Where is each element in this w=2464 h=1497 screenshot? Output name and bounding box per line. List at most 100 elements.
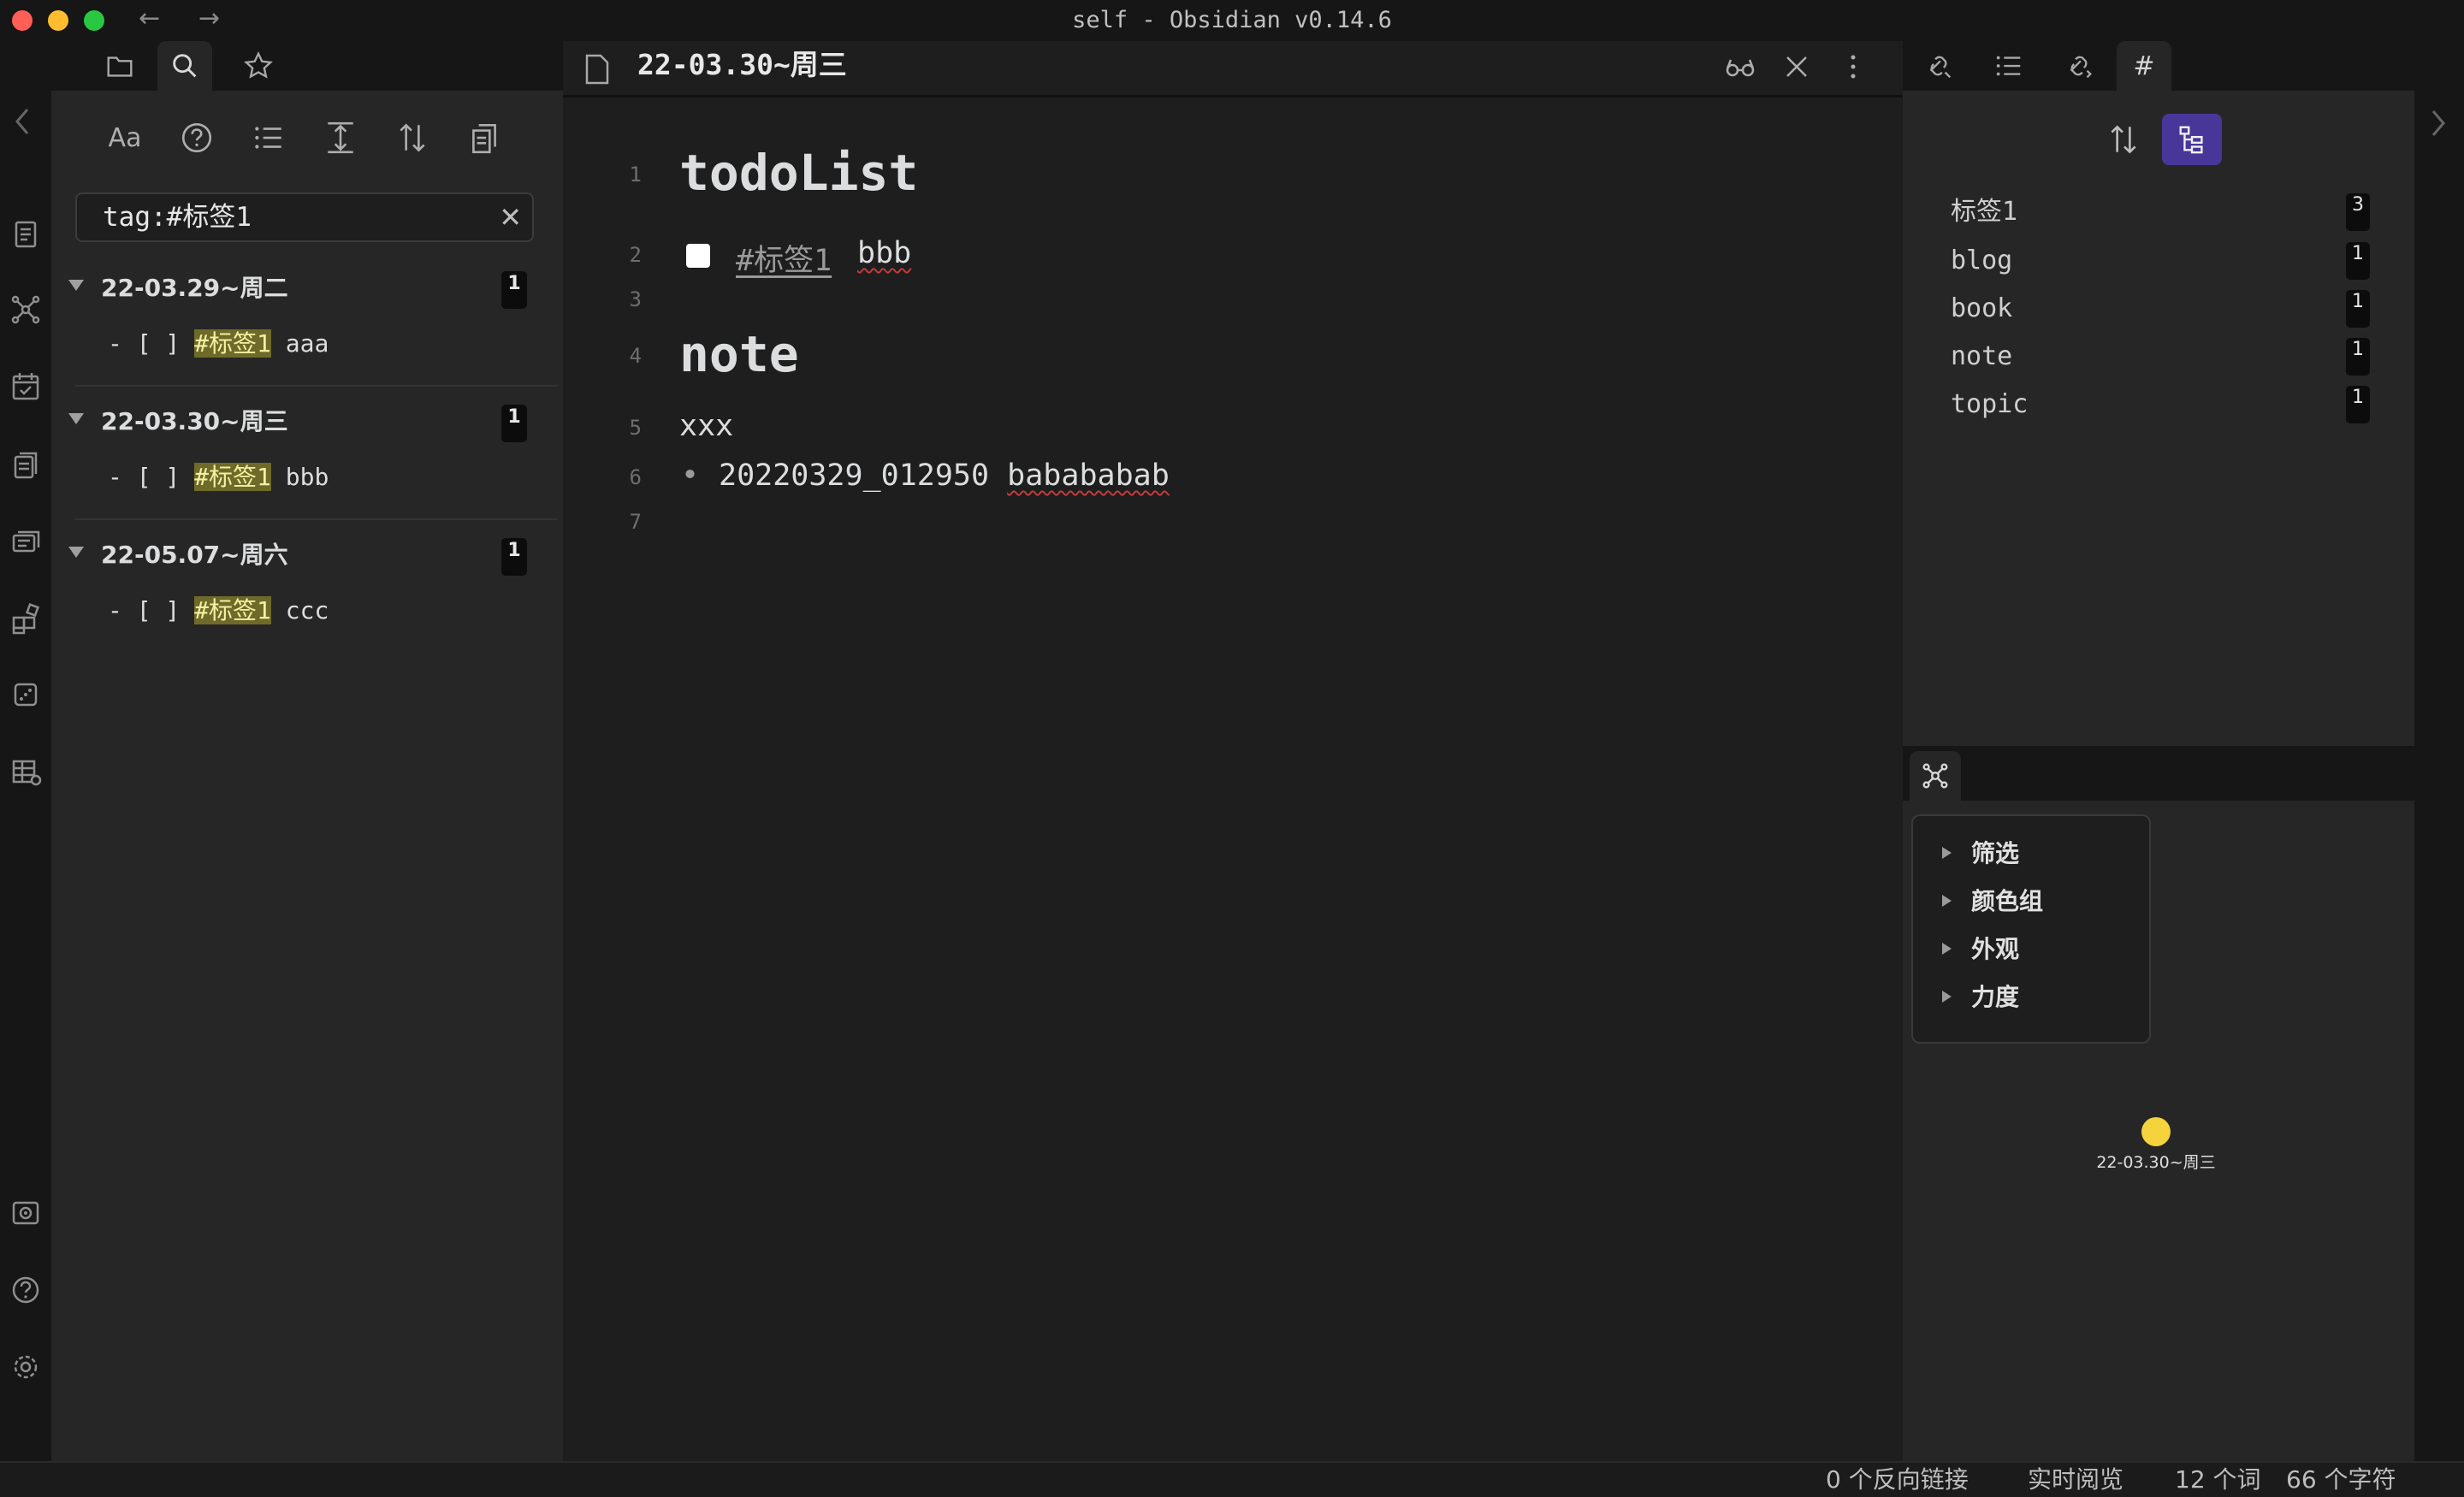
setting-label[interactable]: 外观 [1971,932,2019,967]
collapse-caret-icon[interactable] [68,413,84,424]
match-highlight: #标签1 [194,463,271,491]
divider [75,518,558,520]
tag-icon[interactable]: # [2117,41,2171,91]
result-file-title[interactable]: 22-03.29~周二 [101,271,288,305]
search-result-match[interactable]: - [ ] #标签1 bbb [108,460,329,494]
word-count: 12 个词 [2175,1465,2261,1494]
list-item-id: 20220329_012950 [719,459,1008,493]
list-icon[interactable] [246,115,291,160]
clear-search-icon[interactable]: ✕ [499,194,522,240]
line-number: 7 [629,510,642,534]
folder-icon[interactable] [92,41,147,91]
collapse-caret-icon[interactable] [68,280,84,291]
outgoing-links-icon[interactable] [2052,41,2106,91]
search-query[interactable]: tag:#标签1 [103,194,252,240]
tag-item[interactable]: book 1 [1951,290,2370,328]
table-icon[interactable] [5,751,46,792]
backlinks-icon[interactable] [1911,41,1966,91]
graph-view-icon[interactable] [1910,751,1961,801]
close-icon[interactable] [1780,50,1814,84]
help-icon[interactable] [175,115,219,160]
collapse-right-icon[interactable] [2428,106,2449,140]
kanban-icon[interactable] [5,599,46,640]
tag-count-badge: 1 [2346,386,2370,423]
graph-view-icon[interactable] [5,289,46,330]
match-highlight: #标签1 [194,596,271,624]
task-text[interactable]: bbb [857,236,911,270]
tag-name[interactable]: topic [1951,386,2028,423]
sort-icon[interactable] [390,115,435,160]
match-case-icon[interactable]: Aa [103,115,147,160]
tag-item[interactable]: 标签1 3 [1951,193,2370,231]
reading-view-icon[interactable] [1723,50,1757,84]
search-result-match[interactable]: - [ ] #标签1 aaa [108,327,329,361]
template-icon[interactable] [5,445,46,486]
tag-item[interactable]: note 1 [1951,338,2370,376]
match-prefix: - [ ] [108,463,195,491]
result-count-badge: 1 [501,271,527,309]
sort-icon[interactable] [2098,114,2149,165]
expand-caret-icon[interactable] [1942,943,1952,955]
line-number: 1 [629,163,642,186]
match-text: bbb [270,463,329,491]
tag-name[interactable]: blog [1951,242,2012,280]
slides-icon[interactable] [5,522,46,563]
settings-icon[interactable] [5,1346,46,1388]
graph-node[interactable] [2141,1117,2171,1146]
left-sidebar-tabs [51,41,563,91]
match-highlight: #标签1 [194,329,271,358]
search-result-file[interactable]: 22-03.30~周三 1 [60,405,539,442]
search-result-file[interactable]: 22-05.07~周六 1 [60,538,539,576]
tag-name[interactable]: 标签1 [1951,193,2017,231]
search-icon[interactable] [157,41,212,91]
tag-link[interactable]: #标签1 [736,236,832,280]
expand-caret-icon[interactable] [1942,847,1952,859]
tag-tree-toggle-button[interactable] [2162,114,2222,165]
tag-count-badge: 1 [2346,242,2370,280]
vault-icon[interactable] [5,1192,46,1234]
task-checkbox[interactable] [686,244,710,268]
collapse-icon[interactable] [318,115,363,160]
star-icon[interactable] [231,41,286,91]
search-result-file[interactable]: 22-03.29~周二 1 [60,271,539,309]
backlink-count[interactable]: 0 个反向链接 [1826,1463,1969,1497]
setting-label[interactable]: 力度 [1971,980,2019,1015]
random-note-icon[interactable] [5,674,46,715]
daily-note-icon[interactable] [5,366,46,407]
divider [75,385,558,387]
heading-todolist[interactable]: todoList [679,144,918,202]
expand-caret-icon[interactable] [1942,895,1952,907]
paragraph-text[interactable]: xxx [679,409,733,443]
tag-count-badge: 3 [2346,193,2370,231]
local-graph-tabs [1903,746,2414,801]
tag-item[interactable]: blog 1 [1951,242,2370,280]
help-icon[interactable] [5,1269,46,1311]
file-switcher-icon[interactable] [5,214,46,255]
tag-count-badge: 1 [2346,290,2370,328]
document-title[interactable]: 22-03.30~周三 [637,44,847,86]
tag-name[interactable]: book [1951,290,2012,328]
match-prefix: - [ ] [108,329,195,358]
setting-label[interactable]: 筛选 [1971,837,2019,871]
right-sidebar-tabs: # [1903,41,2414,91]
tag-item[interactable]: topic 1 [1951,386,2370,423]
result-file-title[interactable]: 22-03.30~周三 [101,405,288,439]
result-file-title[interactable]: 22-05.07~周六 [101,538,288,572]
match-text: aaa [270,329,329,358]
setting-label[interactable]: 颜色组 [1971,885,2043,919]
search-result-match[interactable]: - [ ] #标签1 ccc [108,594,329,628]
more-options-icon[interactable] [1836,50,1870,84]
expand-caret-icon[interactable] [1942,991,1952,1003]
outline-icon[interactable] [1981,41,2036,91]
editor-mode[interactable]: 实时阅览 [2028,1463,2123,1497]
heading-note[interactable]: note [679,325,799,383]
list-item-text[interactable]: 20220329_012950 babababab [719,459,1170,493]
tag-name[interactable]: note [1951,338,2012,376]
collapse-left-icon[interactable] [12,104,33,139]
search-input[interactable]: tag:#标签1 ✕ [75,192,534,242]
right-ribbon [2414,41,2464,1461]
copy-icon[interactable] [462,115,506,160]
line-number: 2 [629,243,642,267]
file-icon [585,54,609,85]
collapse-caret-icon[interactable] [68,547,84,558]
